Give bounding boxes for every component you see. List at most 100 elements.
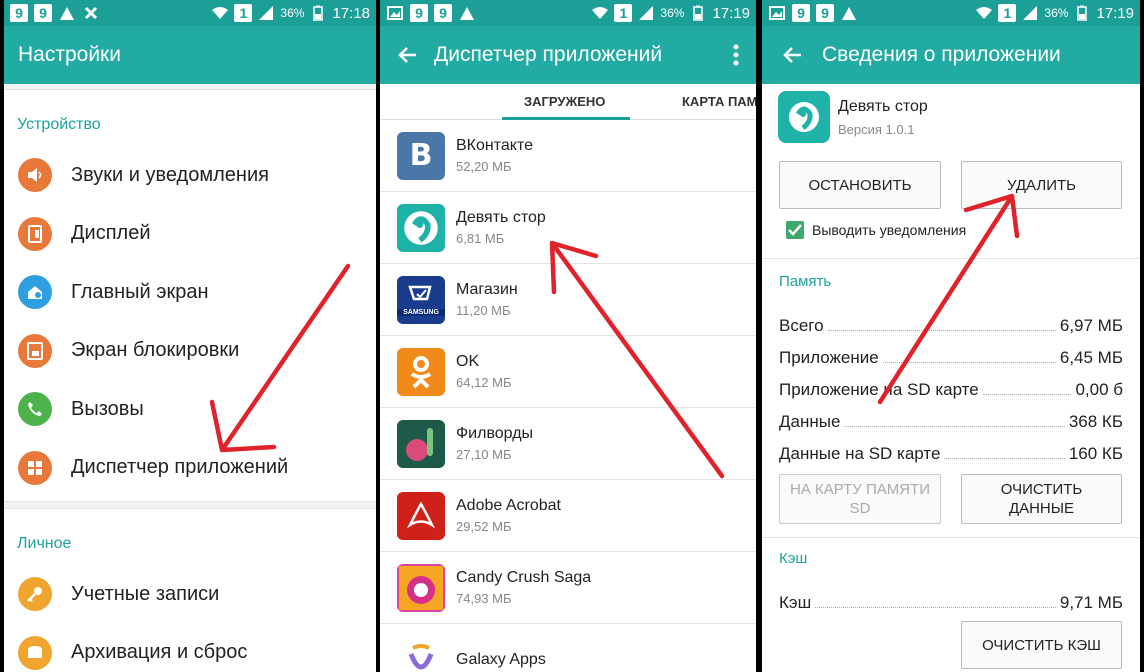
app-name: Филворды xyxy=(456,425,534,442)
settings-item[interactable]: Экран блокировки xyxy=(4,322,376,381)
divider xyxy=(4,501,376,509)
move-to-sd-button[interactable]: НА КАРТУ ПАМЯТИ SD xyxy=(779,474,941,524)
wifi-icon xyxy=(211,4,229,22)
settings-personal-item[interactable]: Архивация и сброс xyxy=(4,624,376,672)
notification-badge: 9 xyxy=(34,4,52,22)
display-icon xyxy=(18,216,52,251)
back-arrow-icon[interactable] xyxy=(762,46,822,64)
battery-icon xyxy=(689,4,707,22)
more-options-icon[interactable] xyxy=(716,44,756,66)
app-list-item[interactable]: SAMSUNG Магазин 11,20 МБ xyxy=(380,264,756,336)
clock: 17:19 xyxy=(712,4,750,22)
image-icon xyxy=(768,4,786,22)
cache-row: Кэш 9,71 МБ xyxy=(779,593,1123,613)
app-list-item[interactable]: Galaxy Apps xyxy=(380,624,756,672)
section-header-device: Устройство xyxy=(17,116,101,133)
memory-label: Данные xyxy=(779,412,841,431)
warning-icon xyxy=(58,4,76,22)
notification-badge: 9 xyxy=(410,4,428,22)
notification-badge: 9 xyxy=(10,4,28,22)
warning-icon xyxy=(840,4,858,22)
divider xyxy=(762,258,1140,259)
app-list-item[interactable]: B ВКонтакте 52,20 МБ xyxy=(380,120,756,192)
filwords-icon xyxy=(397,419,445,468)
action-bar: Настройки xyxy=(4,26,376,84)
app-list-item[interactable]: Филворды 27,10 МБ xyxy=(380,408,756,480)
settings-item[interactable]: Вызовы xyxy=(4,380,376,439)
tab-bar: ЗАГРУЖЕНО КАРТА ПАМ xyxy=(380,84,756,120)
notifications-toggle[interactable]: Выводить уведомления xyxy=(786,221,966,239)
status-bar: 9 9 1 36% 17:19 xyxy=(380,0,756,26)
phone-icon xyxy=(18,392,52,427)
lock-screen-icon xyxy=(18,333,52,368)
settings-item-label: Вызовы xyxy=(71,397,144,420)
clear-cache-button[interactable]: ОЧИСТИТЬ КЭШ xyxy=(961,621,1122,669)
memory-value: 368 КБ xyxy=(1068,412,1123,431)
app-size: 29,52 МБ xyxy=(456,519,512,534)
app-list-item[interactable]: Candy Crush Saga 74,93 МБ xyxy=(380,552,756,624)
apps-grid-icon xyxy=(18,450,52,485)
settings-personal-item-label: Учетные записи xyxy=(71,582,220,605)
image-icon xyxy=(386,4,404,22)
battery-icon xyxy=(1073,4,1091,22)
settings-item[interactable]: Звуки и уведомления xyxy=(4,146,376,205)
status-bar: 9 9 1 36% 17:18 xyxy=(4,0,376,26)
app-size: 64,12 МБ xyxy=(456,375,512,390)
settings-personal-item[interactable]: Учетные записи xyxy=(4,565,376,624)
memory-row: Приложение 6,45 МБ xyxy=(779,348,1123,368)
action-bar: Диспетчер приложений xyxy=(380,26,756,84)
candy-crush-icon xyxy=(397,563,445,612)
clock: 17:19 xyxy=(1096,4,1134,22)
sim-icon: 1 xyxy=(998,4,1017,22)
memory-value: 6,45 МБ xyxy=(1059,348,1123,367)
vk-icon: B xyxy=(397,131,445,180)
adobe-acrobat-icon xyxy=(397,491,445,540)
app-list-item[interactable]: OK 64,12 МБ xyxy=(380,336,756,408)
settings-item[interactable]: Диспетчер приложений xyxy=(4,439,376,498)
home-screen-icon xyxy=(18,275,52,310)
divider xyxy=(762,537,1140,538)
sim-icon: 1 xyxy=(614,4,633,22)
notification-badge: 9 xyxy=(792,4,810,22)
memory-row: Приложение на SD карте 0,00 б xyxy=(779,380,1123,400)
galaxy-apps-icon xyxy=(397,635,445,672)
app-name: Adobe Acrobat xyxy=(456,497,561,514)
settings-screen: 9 9 1 36% 17:18 Настройки Устройство Зву… xyxy=(4,0,376,672)
tab-sd-card[interactable]: КАРТА ПАМ xyxy=(682,94,756,109)
app-manager-screen: 9 9 1 36% 17:19 Диспетчер приложений ЗАГ… xyxy=(380,0,756,672)
app-header: Девять стор Версия 1.0.1 xyxy=(762,84,1140,144)
app-size: 11,20 МБ xyxy=(456,303,511,318)
app-name: Девять стор xyxy=(838,97,928,115)
app-size: 6,81 МБ xyxy=(456,231,505,246)
app-version: Версия 1.0.1 xyxy=(838,121,915,137)
app-list-item[interactable]: Adobe Acrobat 29,52 МБ xyxy=(380,480,756,552)
settings-item[interactable]: Главный экран xyxy=(4,263,376,322)
tab-downloaded[interactable]: ЗАГРУЖЕНО xyxy=(524,94,605,109)
settings-item[interactable]: Дисплей xyxy=(4,205,376,264)
stop-button[interactable]: ОСТАНОВИТЬ xyxy=(779,161,941,209)
memory-row: Всего 6,97 МБ xyxy=(779,316,1123,336)
battery-icon xyxy=(309,4,327,22)
battery-percent: 36% xyxy=(660,6,685,20)
action-bar: Сведения о приложении xyxy=(762,26,1140,84)
back-arrow-icon[interactable] xyxy=(380,46,434,64)
settings-item-label: Экран блокировки xyxy=(71,339,240,362)
checkbox-checked-icon[interactable] xyxy=(786,221,804,239)
warning-icon xyxy=(458,4,476,22)
section-header-cache: Кэш xyxy=(779,550,808,567)
notification-badge: 9 xyxy=(816,4,834,22)
notification-badge: 9 xyxy=(434,4,452,22)
app-name: Candy Crush Saga xyxy=(456,569,592,586)
notifications-label: Выводить уведомления xyxy=(812,222,967,238)
memory-row: Данные на SD карте 160 КБ xyxy=(779,444,1123,464)
clear-data-button[interactable]: ОЧИСТИТЬ ДАННЫЕ xyxy=(961,474,1122,524)
memory-row: Данные 368 КБ xyxy=(779,412,1123,432)
settings-item-label: Дисплей xyxy=(71,222,151,245)
delete-button[interactable]: УДАЛИТЬ xyxy=(961,161,1122,209)
nine-store-icon xyxy=(778,91,830,143)
key-icon xyxy=(18,577,52,612)
app-list-item[interactable]: Девять стор 6,81 МБ xyxy=(380,192,756,264)
section-header-personal: Личное xyxy=(17,535,72,552)
memory-label: Всего xyxy=(779,316,824,335)
tab-indicator xyxy=(502,117,630,120)
